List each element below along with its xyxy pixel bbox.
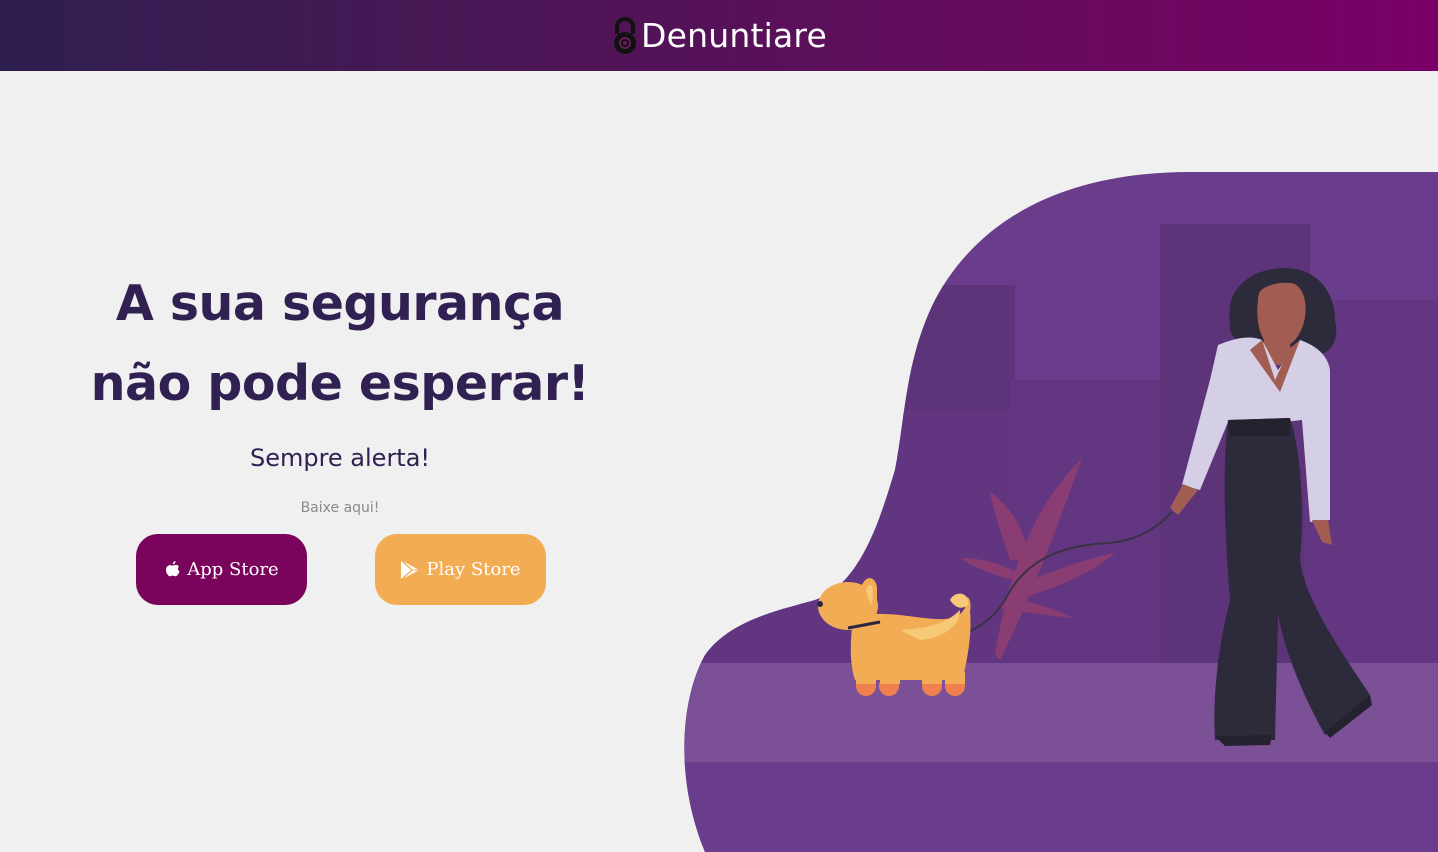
brand-name: Denuntiare <box>641 16 827 55</box>
brand-logo[interactable]: Denuntiare <box>611 16 827 55</box>
top-navbar: Denuntiare <box>0 0 1438 71</box>
app-store-button[interactable]: App Store <box>136 534 307 605</box>
play-store-label: Play Store <box>426 559 521 580</box>
download-label: Baixe aqui! <box>300 500 380 516</box>
apple-icon <box>166 560 180 576</box>
hero-title-line-2: não pode esperar! <box>90 355 590 412</box>
sidewalk <box>684 663 1438 763</box>
hero-title: A sua segurança não pode esperar! <box>60 264 620 424</box>
hero-title-line-1: A sua segurança <box>115 275 565 332</box>
app-store-label: App Store <box>187 559 279 580</box>
dog-figure <box>817 578 971 696</box>
street <box>684 762 1438 852</box>
play-store-icon <box>400 558 420 581</box>
hero-illustration <box>684 172 1438 852</box>
padlock-icon <box>614 16 637 54</box>
purple-blob <box>684 172 1438 852</box>
building-shape <box>1305 300 1438 685</box>
building-shape <box>880 285 1015 685</box>
leash-line <box>879 511 1173 640</box>
building-shape <box>1010 380 1165 680</box>
woman-figure <box>1170 268 1372 746</box>
building-shape <box>1160 224 1310 684</box>
plant-shape <box>960 458 1115 660</box>
play-store-button[interactable]: Play Store <box>375 534 546 605</box>
hero-tagline: Sempre alerta! <box>249 444 431 472</box>
